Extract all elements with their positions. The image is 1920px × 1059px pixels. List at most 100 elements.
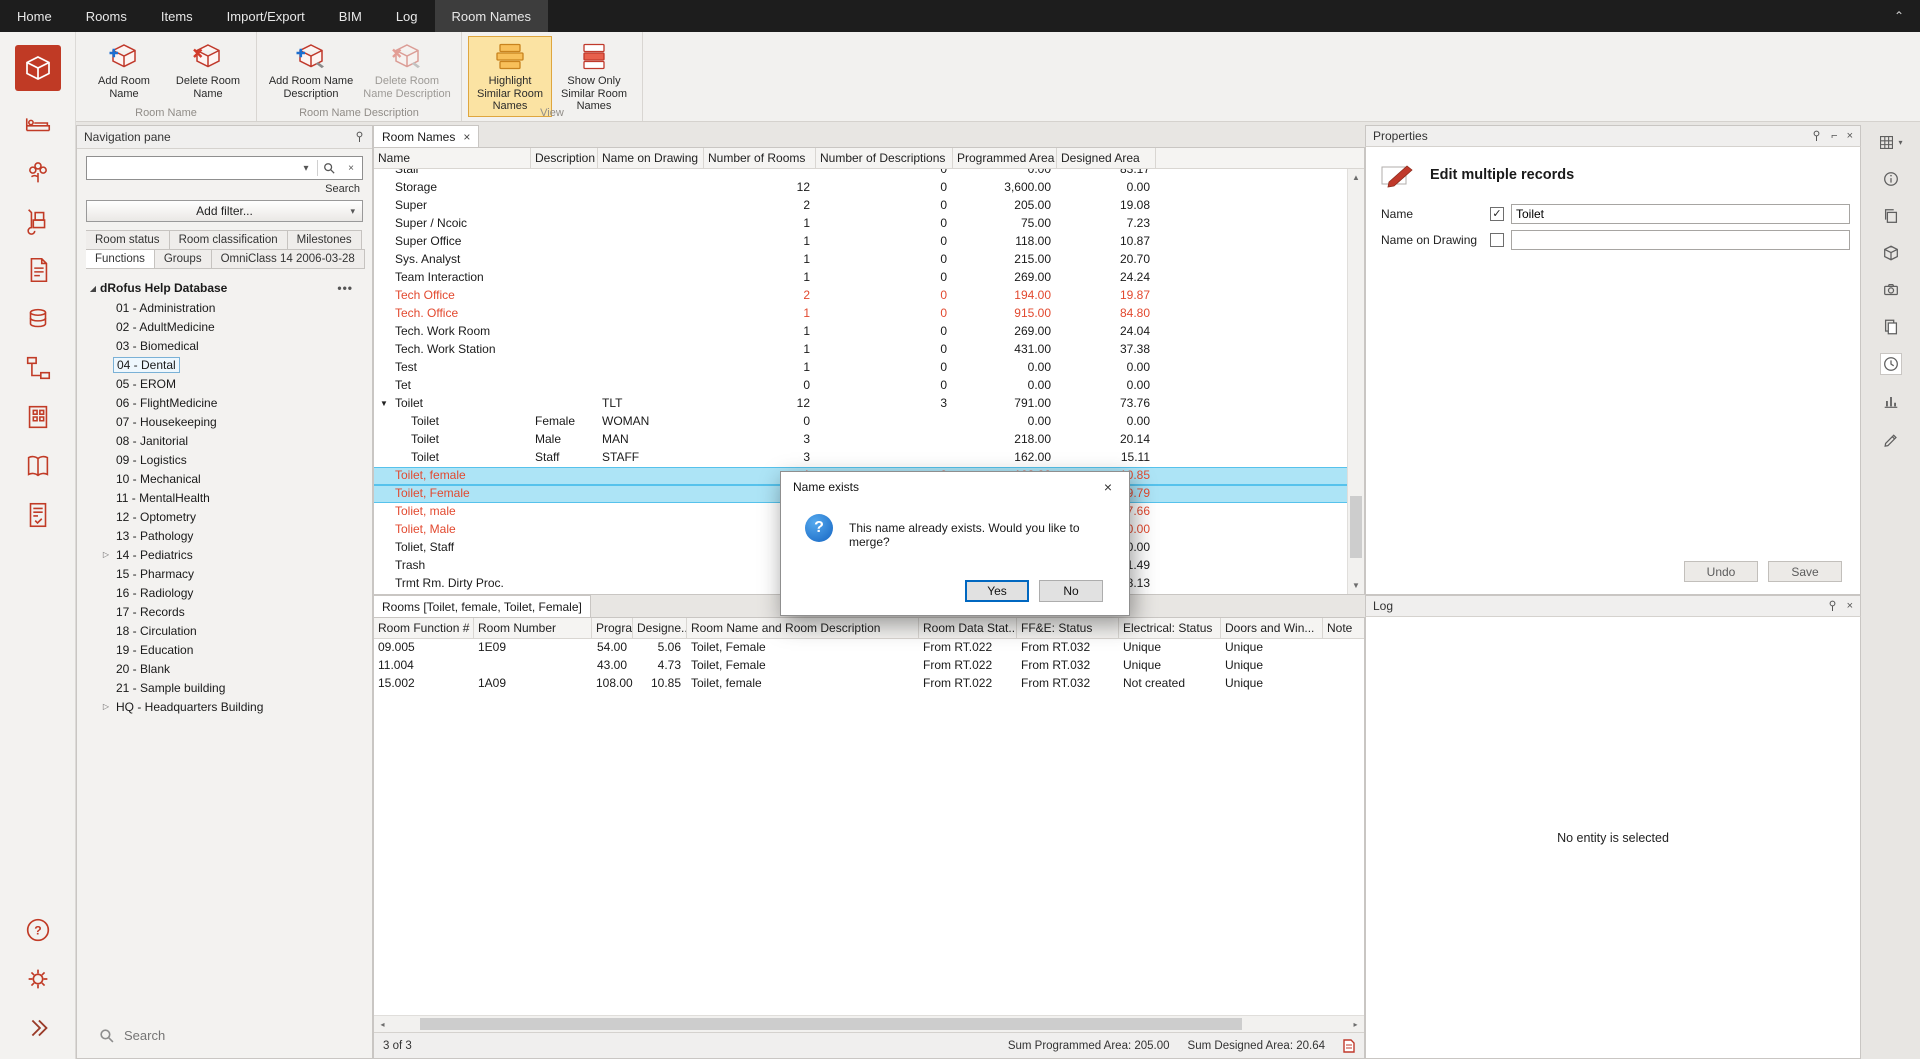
add-room-name-button[interactable]: Add Room Name xyxy=(82,36,166,104)
table-row[interactable]: Toilet Female WOMAN 0 0.00 0.00 xyxy=(374,413,1347,431)
camera-icon[interactable] xyxy=(1880,279,1902,301)
column-header-electrical-status[interactable]: Electrical: Status xyxy=(1119,618,1221,638)
model-icon[interactable] xyxy=(1880,242,1902,264)
items-module-icon[interactable] xyxy=(21,155,55,189)
close-icon[interactable]: × xyxy=(1847,600,1853,612)
table-row[interactable]: 11.004 43.00 4.73 Toilet, Female From RT… xyxy=(374,657,1364,675)
equipment-module-icon[interactable] xyxy=(21,204,55,238)
table-row[interactable]: 09.005 1E09 54.00 5.06 Toilet, Female Fr… xyxy=(374,639,1364,657)
scrollbar-track[interactable] xyxy=(391,1016,1347,1032)
search-link[interactable]: Search xyxy=(86,180,363,195)
report-icon[interactable] xyxy=(1343,1039,1355,1053)
tree-item[interactable]: 05 - EROM xyxy=(86,374,363,393)
menu-item[interactable]: Items xyxy=(144,0,210,32)
settings-gear-icon[interactable] xyxy=(21,962,55,996)
column-header-description[interactable]: Description xyxy=(531,148,598,168)
tree-item[interactable]: 17 - Records xyxy=(86,602,363,621)
pin-icon[interactable] xyxy=(1811,130,1822,142)
collapse-ribbon-icon[interactable]: ⌃ xyxy=(1878,0,1920,32)
column-header-name-on-drawing[interactable]: Name on Drawing xyxy=(598,148,704,168)
pin-icon[interactable] xyxy=(1827,600,1838,612)
nav-tab[interactable]: Milestones xyxy=(288,230,362,250)
table-row[interactable]: Tet 0 0 0.00 0.00 xyxy=(374,377,1347,395)
show-only-similar-room-names-button[interactable]: Show Only Similar Room Names xyxy=(552,36,636,117)
scroll-left-icon[interactable]: ◂ xyxy=(374,1016,391,1032)
name-checkbox[interactable]: ✓ xyxy=(1490,207,1504,221)
vertical-scrollbar[interactable]: ▲ ▼ xyxy=(1347,169,1364,594)
tree-item[interactable]: ▷ HQ - Headquarters Building xyxy=(86,697,363,716)
library-module-icon[interactable] xyxy=(21,449,55,483)
name-on-drawing-field[interactable] xyxy=(1511,230,1850,250)
scrollbar-track[interactable] xyxy=(1348,186,1364,577)
help-icon[interactable]: ? xyxy=(21,913,55,947)
tree-item[interactable]: 07 - Housekeeping xyxy=(86,412,363,431)
info-icon[interactable] xyxy=(1880,168,1902,190)
building-module-icon[interactable] xyxy=(21,400,55,434)
table-row[interactable]: Storage 12 0 3,600.00 0.00 xyxy=(374,179,1347,197)
tree-item[interactable]: 21 - Sample building xyxy=(86,678,363,697)
column-header-ffe-status[interactable]: FF&E: Status xyxy=(1017,618,1119,638)
column-header-number-of-rooms[interactable]: Number of Rooms xyxy=(704,148,816,168)
table-row[interactable]: Super / Ncoic 1 0 75.00 7.23 xyxy=(374,215,1347,233)
tree-item[interactable]: 04 - Dental xyxy=(86,355,363,374)
nav-tab[interactable]: Room status xyxy=(86,230,170,250)
table-row[interactable]: Tech Office 2 0 194.00 19.87 xyxy=(374,287,1347,305)
delete-room-name-button[interactable]: Delete Room Name xyxy=(166,36,250,104)
highlight-similar-room-names-button[interactable]: Highlight Similar Room Names xyxy=(468,36,552,117)
tree-item[interactable]: 08 - Janitorial xyxy=(86,431,363,450)
yes-button[interactable]: Yes xyxy=(965,580,1029,602)
tree-root[interactable]: ◢ dRofus Help Database ••• xyxy=(86,278,363,298)
column-header-note[interactable]: Note xyxy=(1323,618,1364,638)
tree-item[interactable]: 18 - Circulation xyxy=(86,621,363,640)
tree-item[interactable]: ▷ 14 - Pediatrics xyxy=(86,545,363,564)
tree-item[interactable]: 03 - Biomedical xyxy=(86,336,363,355)
table-row[interactable]: Super 2 0 205.00 19.08 xyxy=(374,197,1347,215)
scroll-right-icon[interactable]: ▸ xyxy=(1347,1016,1364,1032)
table-row[interactable]: Tech. Work Room 1 0 269.00 24.04 xyxy=(374,323,1347,341)
column-header-room-data-status[interactable]: Room Data Stat... xyxy=(919,618,1017,638)
tree-item[interactable]: 20 - Blank xyxy=(86,659,363,678)
column-header-doors-windows[interactable]: Doors and Win... xyxy=(1221,618,1323,638)
table-row[interactable]: Toilet Staff STAFF 3 162.00 15.11 xyxy=(374,449,1347,467)
table-row[interactable]: Toilet Male MAN 3 218.00 20.14 xyxy=(374,431,1347,449)
no-button[interactable]: No xyxy=(1039,580,1103,602)
table-row[interactable]: Tech. Office 1 0 915.00 84.80 xyxy=(374,305,1347,323)
reports-module-icon[interactable] xyxy=(21,498,55,532)
nav-tab[interactable]: Groups xyxy=(155,249,212,269)
menu-item[interactable]: Rooms xyxy=(69,0,144,32)
tree-item[interactable]: 19 - Education xyxy=(86,640,363,659)
column-header-room-function[interactable]: Room Function # xyxy=(374,618,474,638)
tree-expand-icon[interactable]: ◢ xyxy=(86,284,100,293)
scrollbar-thumb[interactable] xyxy=(420,1018,1242,1030)
undo-button[interactable]: Undo xyxy=(1684,561,1758,582)
table-layout-icon[interactable] xyxy=(1878,134,1895,151)
column-header-designed-area[interactable]: Designed Area xyxy=(1057,148,1156,168)
nav-search-input[interactable] xyxy=(87,157,295,179)
column-header-number-of-descriptions[interactable]: Number of Descriptions xyxy=(816,148,953,168)
column-header-designed[interactable]: Designe... xyxy=(633,618,687,638)
horizontal-scrollbar[interactable]: ◂ ▸ xyxy=(374,1015,1364,1032)
documents-icon[interactable] xyxy=(1880,316,1902,338)
scrollbar-thumb[interactable] xyxy=(1350,496,1362,558)
process-module-icon[interactable] xyxy=(21,351,55,385)
table-row[interactable]: Tech. Work Station 1 0 431.00 37.38 xyxy=(374,341,1347,359)
table-row[interactable]: Sys. Analyst 1 0 215.00 20.70 xyxy=(374,251,1347,269)
documents-module-icon[interactable] xyxy=(21,253,55,287)
table-row[interactable]: 15.002 1A09 108.00 10.85 Toilet, female … xyxy=(374,675,1364,693)
column-header-room-name[interactable]: Room Name and Room Description xyxy=(687,618,919,638)
tree-item[interactable]: 10 - Mechanical xyxy=(86,469,363,488)
name-on-drawing-checkbox[interactable] xyxy=(1490,233,1504,247)
tree-item[interactable]: 12 - Optometry xyxy=(86,507,363,526)
save-button[interactable]: Save xyxy=(1768,561,1842,582)
tree-item[interactable]: 02 - AdultMedicine xyxy=(86,317,363,336)
expand-strip-icon[interactable] xyxy=(21,1011,55,1045)
scroll-down-icon[interactable]: ▼ xyxy=(1348,577,1364,594)
tree-item[interactable]: 06 - FlightMedicine xyxy=(86,393,363,412)
tree-item[interactable]: 09 - Logistics xyxy=(86,450,363,469)
menu-item[interactable]: Log xyxy=(379,0,435,32)
clear-search-icon[interactable]: × xyxy=(340,157,362,179)
table-row[interactable]: ▼Toilet TLT 12 3 791.00 73.76 xyxy=(374,395,1347,413)
tree-item[interactable]: 16 - Radiology xyxy=(86,583,363,602)
column-header-name[interactable]: Name xyxy=(374,148,531,168)
nav-tab[interactable]: Functions xyxy=(86,249,155,269)
